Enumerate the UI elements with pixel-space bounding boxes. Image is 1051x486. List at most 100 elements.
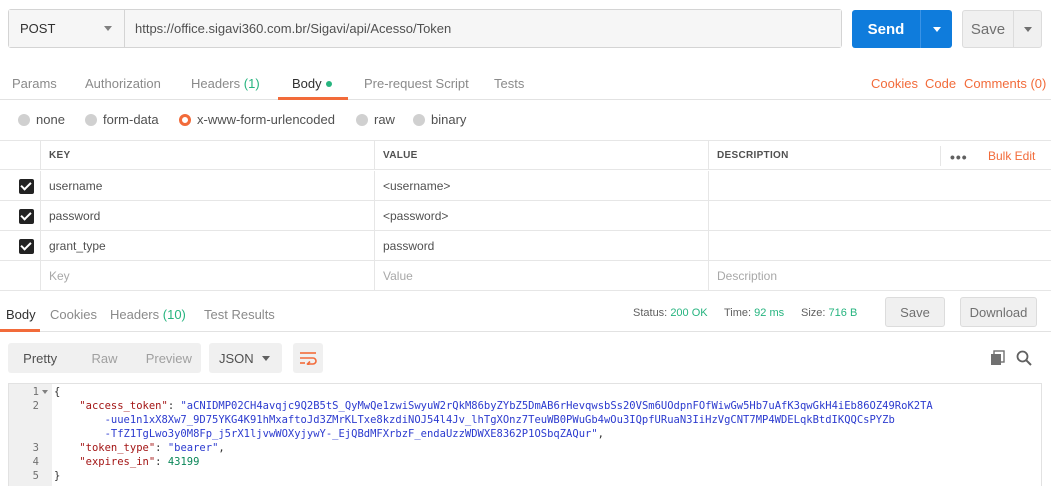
radio-form-data[interactable]: form-data bbox=[85, 112, 159, 127]
key-cell[interactable]: grant_type bbox=[40, 231, 374, 260]
description-cell[interactable] bbox=[708, 171, 1051, 200]
new-key-input[interactable]: Key bbox=[40, 261, 374, 290]
json-string: -TfZ1TgLwo3y0M8Fp_j5rX1ljvwWOXyjywY-_EjQ… bbox=[104, 428, 598, 440]
wrap-lines-button[interactable] bbox=[293, 343, 323, 373]
save-options-button[interactable] bbox=[1013, 11, 1041, 47]
response-tab-cookies[interactable]: Cookies bbox=[50, 307, 97, 322]
line-number: 2 bbox=[32, 400, 39, 412]
tab-authorization[interactable]: Authorization bbox=[85, 76, 161, 91]
tab-prerequest-script[interactable]: Pre-request Script bbox=[364, 76, 469, 91]
size-readout: Size: 716 B bbox=[801, 307, 857, 319]
response-tab-headers[interactable]: Headers (10) bbox=[110, 307, 186, 322]
line-number: 3 bbox=[32, 442, 39, 454]
chevron-down-icon bbox=[932, 26, 941, 32]
line-number: 4 bbox=[32, 456, 39, 468]
download-button[interactable]: Download bbox=[960, 297, 1037, 327]
code-text: -uue1n1xX8Xw7_9D75YKG4K91hMxaftoJd3ZMrKL… bbox=[54, 413, 895, 427]
method-label: POST bbox=[20, 21, 56, 36]
active-tab-indicator bbox=[278, 97, 348, 100]
table-row: password <password> bbox=[0, 201, 1051, 231]
body-indicator-dot bbox=[325, 80, 332, 87]
url-input[interactable]: https://office.sigavi360.com.br/Sigavi/a… bbox=[125, 10, 841, 47]
description-cell[interactable] bbox=[708, 201, 1051, 230]
bulk-edit-link[interactable]: Bulk Edit bbox=[988, 149, 1035, 163]
key-cell[interactable]: username bbox=[40, 171, 374, 200]
time-readout: Time: 92 ms bbox=[724, 307, 784, 319]
value-text: password bbox=[383, 238, 435, 253]
radio-urlencoded[interactable]: x-www-form-urlencoded bbox=[179, 112, 335, 127]
radio-binary[interactable]: binary bbox=[413, 112, 466, 127]
line-number: 5 bbox=[32, 470, 39, 482]
copy-icon[interactable] bbox=[990, 350, 1006, 366]
tab-headers[interactable]: Headers (1) bbox=[191, 76, 260, 91]
view-mode-segment: Pretty Raw Preview bbox=[8, 343, 201, 373]
size-label: Size: bbox=[801, 307, 826, 319]
row-checkbox[interactable] bbox=[19, 179, 34, 194]
row-checkbox[interactable] bbox=[19, 209, 34, 224]
key-placeholder: Key bbox=[49, 268, 70, 283]
more-options-icon[interactable]: ••• bbox=[950, 149, 968, 165]
code-text: -TfZ1TgLwo3y0M8Fp_j5rX1ljvwWOXyjywY-_EjQ… bbox=[104, 428, 604, 440]
pretty-button[interactable]: Pretty bbox=[8, 343, 72, 373]
active-tab-indicator bbox=[0, 329, 40, 332]
radio-none-label: none bbox=[36, 112, 65, 127]
response-tab-headers-label: Headers bbox=[110, 307, 160, 322]
radio-raw[interactable]: raw bbox=[356, 112, 395, 127]
value-cell[interactable]: <password> bbox=[374, 201, 708, 230]
new-description-input[interactable]: Description bbox=[708, 261, 1051, 290]
column-header-value-label: VALUE bbox=[383, 149, 418, 161]
key-text: password bbox=[49, 208, 101, 223]
save-button[interactable]: Save bbox=[963, 11, 1013, 47]
code-text: "token_type": "bearer", bbox=[79, 442, 225, 454]
comments-link[interactable]: Comments (0) bbox=[964, 76, 1046, 91]
key-cell[interactable]: password bbox=[40, 201, 374, 230]
status-label: Status: bbox=[633, 307, 668, 319]
radio-circle bbox=[413, 113, 425, 126]
method-select[interactable]: POST bbox=[9, 10, 125, 47]
description-cell[interactable] bbox=[708, 231, 1051, 260]
cookies-link[interactable]: Cookies bbox=[871, 76, 918, 91]
key-text: grant_type bbox=[49, 238, 106, 253]
radio-binary-label: binary bbox=[431, 112, 467, 127]
json-number: 43199 bbox=[167, 456, 200, 468]
tab-body[interactable]: Body bbox=[292, 76, 332, 91]
send-options-button[interactable] bbox=[920, 10, 952, 48]
json-string: -uue1n1xX8Xw7_9D75YKG4K91hMxaftoJd3ZMrKL… bbox=[104, 414, 895, 426]
header-divider bbox=[940, 146, 941, 166]
radio-form-data-label: form-data bbox=[103, 112, 159, 127]
code-text: { bbox=[54, 386, 61, 398]
tab-params[interactable]: Params bbox=[12, 76, 57, 91]
size-value: 716 B bbox=[828, 307, 858, 319]
radio-none[interactable]: none bbox=[18, 112, 65, 127]
column-header-value: VALUE bbox=[374, 141, 708, 169]
url-text: https://office.sigavi360.com.br/Sigavi/a… bbox=[135, 21, 452, 36]
raw-button[interactable]: Raw bbox=[72, 343, 136, 373]
save-button-group: Save bbox=[962, 10, 1042, 48]
value-placeholder: Value bbox=[383, 268, 413, 283]
save-response-button[interactable]: Save bbox=[885, 297, 945, 327]
response-tab-body[interactable]: Body bbox=[6, 307, 36, 322]
json-key: "expires_in" bbox=[79, 456, 156, 468]
send-button-group: Send bbox=[852, 10, 952, 48]
json-string: "aCNIDMP02CH4avqjc9Q2B5tS_QyMwQe1zwiSwyu… bbox=[180, 400, 933, 412]
format-select[interactable]: JSON bbox=[209, 343, 282, 373]
request-tabs: Params Authorization Headers (1) Body Pr… bbox=[0, 62, 1051, 100]
preview-button[interactable]: Preview bbox=[137, 343, 201, 373]
response-body-editor[interactable]: 1 { 2 "access_token": "aCNIDMP02CH4avqjc… bbox=[8, 383, 1042, 486]
request-bar: POST https://office.sigavi360.com.br/Sig… bbox=[8, 9, 842, 48]
send-button[interactable]: Send bbox=[852, 10, 920, 48]
code-link[interactable]: Code bbox=[925, 76, 956, 91]
response-headers-count: (10) bbox=[162, 307, 186, 322]
table-row: grant_type password bbox=[0, 231, 1051, 261]
value-cell[interactable]: password bbox=[374, 231, 708, 260]
response-tab-test-results[interactable]: Test Results bbox=[204, 307, 275, 322]
fold-toggle-icon[interactable] bbox=[42, 390, 48, 394]
wrap-lines-icon bbox=[300, 352, 317, 365]
value-cell[interactable]: <username> bbox=[374, 171, 708, 200]
value-text: <password> bbox=[383, 208, 449, 223]
new-value-input[interactable]: Value bbox=[374, 261, 708, 290]
search-icon[interactable] bbox=[1016, 350, 1032, 366]
row-checkbox[interactable] bbox=[19, 239, 34, 254]
tab-tests[interactable]: Tests bbox=[494, 76, 524, 91]
tab-body-label: Body bbox=[292, 76, 322, 91]
